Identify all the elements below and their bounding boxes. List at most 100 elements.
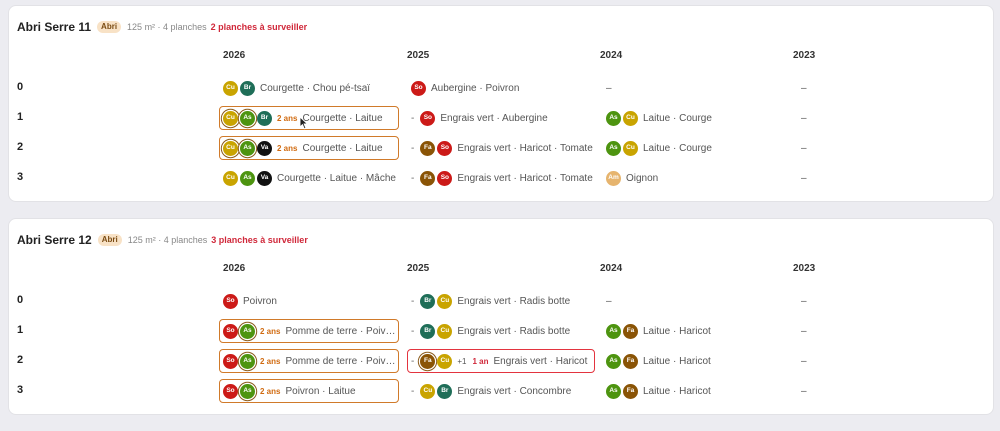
bed-card: Abri Serre 11 Abri 125 m² · 4 planches 2 pl…: [8, 5, 994, 202]
rotation-cell[interactable]: –: [801, 319, 861, 343]
family-chip: Br: [420, 293, 436, 309]
watch-alert[interactable]: 3 planches à surveiller: [211, 235, 308, 245]
bed-meta: 125 m² · 4 planches: [127, 235, 208, 245]
family-chips: As Fa: [606, 383, 638, 399]
card-title[interactable]: Abri Serre 12: [17, 233, 92, 247]
family-chip: So: [223, 353, 238, 369]
rotation-cell[interactable]: - Cu Br Engrais vert · Concombre: [411, 379, 596, 403]
family-chips: Cu As Va: [223, 140, 272, 156]
family-chips: Br Cu: [420, 293, 453, 309]
rotation-cell[interactable]: –: [801, 76, 861, 100]
family-chip: So: [223, 293, 238, 309]
family-chip: Cu: [223, 110, 238, 126]
crop-names: Poivron · Laitue: [285, 385, 356, 397]
rotation-cell[interactable]: - Fa So Engrais vert · Haricot · Tomate: [411, 136, 596, 160]
return-delay-warning: 2 ans: [260, 356, 281, 366]
family-chips: Fa So: [420, 140, 453, 156]
crop-names: –: [801, 385, 807, 397]
bed-meta: 125 m² · 4 planches: [127, 22, 207, 32]
crop-names: Engrais vert · Radis botte: [457, 325, 571, 337]
rotation-cell[interactable]: - So Engrais vert · Aubergine: [411, 106, 596, 130]
planche-number: 2: [17, 141, 24, 153]
family-chip: Br: [437, 383, 453, 399]
cover-crop-dash: -: [411, 385, 415, 397]
family-chip: As: [606, 110, 621, 126]
rotation-cell[interactable]: Cu As Br 2 ans Courgette · Laitue: [219, 106, 399, 130]
rotation-cell[interactable]: Am Oignon: [606, 166, 786, 190]
rotation-cell[interactable]: So Poivron: [223, 289, 403, 313]
rotation-cell[interactable]: As Cu Laitue · Courge: [606, 106, 786, 130]
planche-number: 1: [17, 111, 24, 123]
rotation-cell[interactable]: So As 2 ans Poivron · Laitue: [219, 379, 399, 403]
crop-names: Courgette · Laitue · Mâche: [277, 172, 396, 184]
rotation-cell[interactable]: Cu As Va 2 ans Courgette · Laitue: [219, 136, 399, 160]
crop-names: Engrais vert · Haricot · Tomate: [457, 172, 593, 184]
planche-number: 2: [17, 354, 24, 366]
cover-crop-dash: -: [411, 295, 415, 307]
family-chip: As: [240, 170, 255, 186]
watch-alert[interactable]: 2 planches à surveiller: [211, 22, 308, 32]
crop-names: Laitue · Courge: [643, 112, 712, 124]
rotation-cell[interactable]: –: [801, 349, 861, 373]
rotation-cell[interactable]: –: [801, 166, 861, 190]
rotation-cell[interactable]: So Aubergine · Poivron: [411, 76, 596, 100]
crop-names: Laitue · Haricot: [643, 385, 711, 397]
crop-names: –: [801, 142, 807, 154]
crop-names: –: [801, 355, 807, 367]
rotation-cell[interactable]: Cu As Va Courgette · Laitue · Mâche: [223, 166, 403, 190]
family-chip: Va: [257, 170, 272, 186]
return-delay-warning: 2 ans: [277, 113, 298, 123]
family-chip: Fa: [420, 140, 436, 156]
crop-names: Aubergine · Poivron: [431, 82, 520, 94]
rotation-cell[interactable]: So As 2 ans Pomme de terre · Poivron: [219, 319, 399, 343]
family-chip: As: [240, 110, 255, 126]
family-chip: Cu: [437, 323, 453, 339]
family-chip: As: [606, 140, 621, 156]
rotation-cell[interactable]: So As 2 ans Pomme de terre · Poivron: [219, 349, 399, 373]
family-chip: Cu: [437, 293, 453, 309]
rotation-cell[interactable]: - Br Cu Engrais vert · Radis botte: [411, 289, 596, 313]
crop-names: –: [801, 112, 807, 124]
family-chips: As Cu: [606, 110, 638, 126]
family-chip: Br: [420, 323, 436, 339]
rotation-cell[interactable]: –: [801, 136, 861, 160]
rotation-cell[interactable]: –: [606, 289, 786, 313]
crop-names: Engrais vert · Haricot: [493, 355, 588, 367]
planche-number: 1: [17, 324, 24, 336]
crop-names: Courgette · Laitue: [302, 112, 383, 124]
card-title[interactable]: Abri Serre 11: [17, 20, 91, 34]
crop-names: Engrais vert · Radis botte: [457, 295, 571, 307]
family-chips: So As: [223, 383, 255, 399]
planche-number: 0: [17, 81, 24, 93]
more-chips-count: +1: [457, 356, 467, 366]
rotation-cell[interactable]: As Fa Laitue · Haricot: [606, 379, 786, 403]
crop-names: Oignon: [626, 172, 659, 184]
bed-card: Abri Serre 12 Abri 125 m² · 4 planches 3 pl…: [8, 218, 994, 415]
planche-number: 3: [17, 171, 24, 183]
family-chip: So: [437, 170, 453, 186]
family-chip: So: [420, 110, 436, 126]
family-chip: Cu: [623, 140, 638, 156]
family-chip: As: [240, 383, 255, 399]
crop-names: Laitue · Courge: [643, 142, 712, 154]
rotation-cell[interactable]: –: [801, 106, 861, 130]
family-chip: As: [240, 140, 255, 156]
crop-names: Laitue · Haricot: [643, 325, 711, 337]
rotation-cell[interactable]: –: [801, 379, 861, 403]
family-chips: Fa Cu: [420, 353, 453, 369]
family-chip: Cu: [623, 110, 638, 126]
year-header: 2024: [600, 50, 623, 61]
crop-names: Laitue · Haricot: [643, 355, 711, 367]
rotation-cell[interactable]: –: [606, 76, 786, 100]
rotation-cell[interactable]: As Fa Laitue · Haricot: [606, 319, 786, 343]
rotation-cell[interactable]: - Br Cu Engrais vert · Radis botte: [411, 319, 596, 343]
rotation-cell[interactable]: - Fa Cu +1 1 an Engrais vert · Haricot: [407, 349, 595, 373]
rotation-cell[interactable]: As Fa Laitue · Haricot: [606, 349, 786, 373]
family-chip: As: [606, 323, 621, 339]
rotation-cell[interactable]: –: [801, 289, 861, 313]
rotation-cell[interactable]: - Fa So Engrais vert · Haricot · Tomate: [411, 166, 596, 190]
family-chip: Fa: [420, 353, 436, 369]
crop-names: Pomme de terre · Poivron: [285, 355, 398, 367]
rotation-cell[interactable]: Cu Br Courgette · Chou pé-tsaï: [223, 76, 403, 100]
rotation-cell[interactable]: As Cu Laitue · Courge: [606, 136, 786, 160]
